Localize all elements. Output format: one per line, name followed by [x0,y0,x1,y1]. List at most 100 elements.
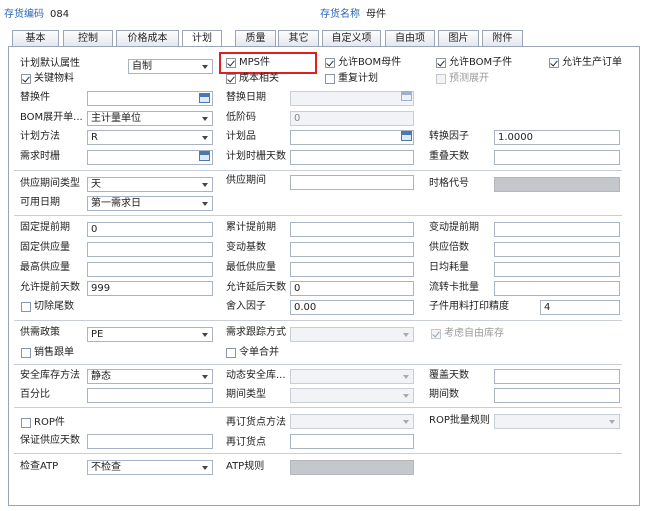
consider-free-stock-checkbox[interactable] [431,329,441,339]
reorder-point-input[interactable] [290,434,414,449]
cost-related-label: 成本相关 [239,73,279,84]
daily-consumption-input[interactable] [494,262,620,277]
min-supply-label: 最低供应量 [226,262,276,273]
allow-bom-parent-checkbox[interactable] [325,58,335,68]
overlap-days-input[interactable] [494,150,620,165]
cost-related-checkbox[interactable] [226,74,236,84]
mps-label: MPS件 [239,57,271,68]
tab-price-cost[interactable]: 价格成本 [116,30,179,46]
supply-multiple-input[interactable] [494,242,620,257]
allow-delay-days-input[interactable]: 0 [290,281,414,296]
guarantee-days-label: 保证供应天数 [20,435,80,446]
demand-trace-select[interactable] [290,327,414,342]
key-material-label: 关键物料 [34,73,74,84]
tab-quality[interactable]: 质量 [235,30,276,46]
plan-method-select[interactable]: R [87,130,213,145]
forecast-expand-checkbox[interactable] [436,74,446,84]
order-merge-checkbox[interactable] [226,348,236,358]
percentage-input[interactable] [87,388,213,403]
rop-checkbox[interactable] [21,418,31,428]
period-count-input[interactable] [494,388,620,403]
tab-other[interactable]: 其它 [278,30,319,46]
repeat-plan-checkbox[interactable] [325,74,335,84]
section-divider [14,215,622,216]
time-bucket-input[interactable] [494,177,620,192]
atp-rule-input[interactable] [290,460,414,475]
cut-tail-checkbox[interactable] [21,302,31,312]
child-precision-label: 子件用料打印精度 [429,301,509,312]
tab-attachments[interactable]: 附件 [482,30,523,46]
allow-delay-days-label: 允许延后天数 [226,282,286,293]
substitute-date-calendar-icon[interactable] [401,91,412,101]
plan-item-lookup-icon[interactable] [401,131,412,141]
item-code-value: 084 [50,9,70,20]
available-date-select[interactable]: 第一需求日 [87,196,213,211]
mps-checkbox[interactable] [226,58,236,68]
tab-control[interactable]: 控制 [63,30,113,46]
bom-expand-unit-select[interactable]: 主计量单位 [87,111,213,126]
tab-custom-items[interactable]: 自定义项 [322,30,381,46]
rop-batch-rule-select[interactable] [494,414,620,429]
variable-base-label: 变动基数 [226,242,266,253]
allow-bom-child-label: 允许BOM子件 [449,57,513,68]
max-supply-input[interactable] [87,262,213,277]
child-precision-input[interactable]: 4 [540,300,620,315]
substitute-date-label: 替换日期 [226,92,266,103]
rop-batch-rule-label: ROP批量规则 [429,415,490,426]
check-atp-select[interactable]: 不检查 [87,460,213,475]
forecast-expand-label: 预测展开 [449,73,489,84]
rounding-factor-label: 舍入因子 [226,301,266,312]
tab-basic[interactable]: 基本 [12,30,59,46]
low-level-code-input[interactable]: 0 [290,111,414,126]
supply-multiple-label: 供应倍数 [429,242,469,253]
cumulative-lead-label: 累计提前期 [226,222,276,233]
cover-days-label: 覆盖天数 [429,370,469,381]
period-type-select[interactable] [290,388,414,403]
conversion-factor-input[interactable]: 1.0000 [494,130,620,145]
plan-item-label: 计划品 [226,131,256,142]
rounding-factor-input[interactable]: 0.00 [290,300,414,315]
substitute-date-input[interactable] [290,91,414,106]
allow-prod-order-checkbox[interactable] [549,58,559,68]
flow-card-batch-label: 流转卡批量 [429,282,479,293]
supply-period-type-select[interactable]: 天 [87,177,213,192]
fixed-supply-input[interactable] [87,242,213,257]
sales-follow-checkbox[interactable] [21,348,31,358]
allow-bom-child-checkbox[interactable] [436,58,446,68]
variable-lead-input[interactable] [494,222,620,237]
guarantee-days-input[interactable] [87,434,213,449]
cover-days-input[interactable] [494,369,620,384]
cumulative-lead-input[interactable] [290,222,414,237]
period-count-label: 期间数 [429,389,459,400]
fixed-lead-input[interactable]: 0 [87,222,213,237]
allow-advance-days-input[interactable]: 999 [87,281,213,296]
key-material-checkbox[interactable] [21,74,31,84]
flow-card-batch-input[interactable] [494,281,620,296]
safety-stock-method-select[interactable]: 静态 [87,369,213,384]
supply-period-input[interactable] [290,175,414,190]
plan-fence-days-input[interactable] [290,150,414,165]
substitute-lookup-icon[interactable] [199,93,210,103]
tab-free-items[interactable]: 自由项 [385,30,435,46]
supply-period-label: 供应期间 [226,175,266,186]
plan-default-attr-select[interactable]: 自制 [128,59,213,74]
reorder-method-select[interactable] [290,414,414,429]
repeat-plan-label: 重复计划 [338,73,378,84]
substitute-input[interactable] [87,91,213,106]
demand-fence-input[interactable] [87,150,213,165]
min-supply-input[interactable] [290,262,414,277]
dynamic-safety-select[interactable] [290,369,414,384]
time-bucket-label: 时格代号 [429,178,469,189]
cut-tail-label: 切除尾数 [34,301,74,312]
supply-policy-select[interactable]: PE [87,327,213,342]
demand-fence-lookup-icon[interactable] [199,151,210,161]
variable-base-input[interactable] [290,242,414,257]
item-name-value: 母件 [366,9,386,20]
conversion-factor-label: 转换因子 [429,131,469,142]
order-merge-label: 令单合并 [239,347,279,358]
max-supply-label: 最高供应量 [20,262,70,273]
tab-images[interactable]: 图片 [438,30,479,46]
plan-item-input[interactable] [290,130,414,145]
supply-policy-label: 供需政策 [20,327,60,338]
item-code-label: 存货编码 [4,9,44,20]
